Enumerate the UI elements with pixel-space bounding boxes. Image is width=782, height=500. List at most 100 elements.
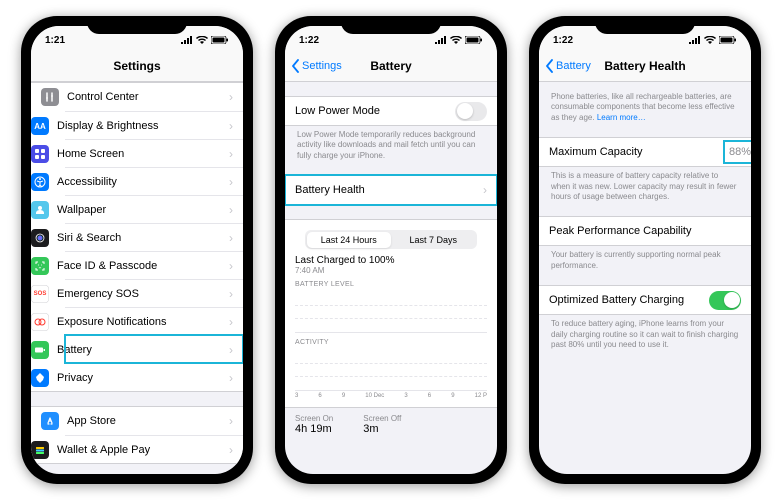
signal-icon — [435, 36, 447, 44]
chevron-right-icon: › — [229, 343, 233, 357]
battery-level-chart — [295, 291, 487, 333]
phone-battery-health: 1:22 Battery Battery Health Phone batter… — [529, 16, 761, 484]
wallpaper-icon — [31, 201, 49, 219]
screen-off-col: Screen Off 3m — [363, 414, 401, 435]
chevron-right-icon: › — [483, 183, 487, 197]
nav-bar: Battery Battery Health — [539, 50, 751, 82]
status-time: 1:22 — [553, 35, 573, 46]
learn-more-link[interactable]: Learn more… — [597, 113, 646, 122]
battery-health-group: Battery Health › — [285, 175, 497, 205]
settings-row-emergency-sos[interactable]: SOSEmergency SOS› — [65, 279, 243, 307]
settings-row-home-screen[interactable]: Home Screen› — [65, 139, 243, 167]
back-button[interactable]: Settings — [291, 50, 342, 81]
row-label: Privacy — [57, 372, 221, 384]
tab-last-7d[interactable]: Last 7 Days — [391, 232, 476, 248]
notch — [87, 16, 187, 34]
screen: 1:22 Settings Battery Low Power Mode Low… — [285, 26, 497, 474]
screen-off-label: Screen Off — [363, 414, 401, 423]
chevron-right-icon: › — [229, 175, 233, 189]
settings-row-display-brightness[interactable]: AADisplay & Brightness› — [65, 111, 243, 139]
settings-row-wallpaper[interactable]: Wallpaper› — [65, 195, 243, 223]
opt-charging-toggle[interactable] — [709, 291, 741, 310]
wifi-icon — [196, 36, 208, 44]
usage-summary: Screen On 4h 19m Screen Off 3m — [285, 408, 497, 435]
chevron-left-icon — [545, 59, 555, 73]
page-title: Battery — [370, 59, 411, 73]
settings-row-siri-search[interactable]: Siri & Search› — [65, 223, 243, 251]
home-screen-icon — [31, 145, 49, 163]
chevron-right-icon: › — [229, 90, 233, 104]
battery-usage-block: Last 24 Hours Last 7 Days Last Charged t… — [285, 219, 497, 408]
battery-icon — [31, 341, 49, 359]
time-range-segmented[interactable]: Last 24 Hours Last 7 Days — [305, 230, 477, 249]
opt-charging-note: To reduce battery aging, iPhone learns f… — [539, 315, 751, 350]
wallet-icon — [31, 441, 49, 459]
axis-tick: 3 — [295, 393, 298, 399]
nav-bar: Settings — [31, 50, 243, 82]
chevron-right-icon: › — [229, 315, 233, 329]
axis-tick: 9 — [342, 393, 345, 399]
max-capacity-row[interactable]: Maximum Capacity 88% — [539, 138, 751, 166]
row-label: Emergency SOS — [57, 288, 221, 300]
settings-row-exposure-notifications[interactable]: Exposure Notifications› — [65, 307, 243, 335]
wifi-icon — [704, 36, 716, 44]
exposure-icon — [31, 313, 49, 331]
chevron-right-icon: › — [229, 231, 233, 245]
settings-content[interactable]: Control Center›AADisplay & Brightness›Ho… — [31, 82, 243, 474]
chevron-right-icon: › — [229, 443, 233, 457]
screen: 1:21 Settings Control Center›AADisplay &… — [31, 26, 243, 474]
row-label: Battery — [57, 344, 221, 356]
last-charged-title: Last Charged to 100% — [295, 255, 487, 266]
status-icons — [689, 36, 737, 44]
battery-level-label: BATTERY LEVEL — [295, 281, 487, 288]
row-label: Siri & Search — [57, 232, 221, 244]
axis-tick: 6 — [318, 393, 321, 399]
settings-row-wallet-apple-pay[interactable]: Wallet & Apple Pay› — [65, 435, 243, 463]
low-power-toggle[interactable] — [455, 102, 487, 121]
phone-settings: 1:21 Settings Control Center›AADisplay &… — [21, 16, 253, 484]
signal-icon — [689, 36, 701, 44]
row-label: Display & Brightness — [57, 120, 221, 132]
peak-perf-note: Your battery is currently supporting nor… — [539, 246, 751, 271]
svg-text:AA: AA — [34, 122, 46, 131]
row-label: Wallpaper — [57, 204, 221, 216]
phone-battery: 1:22 Settings Battery Low Power Mode Low… — [275, 16, 507, 484]
row-label: Exposure Notifications — [57, 316, 221, 328]
status-time: 1:22 — [299, 35, 319, 46]
battery-icon-status — [719, 36, 737, 44]
settings-row-privacy[interactable]: Privacy› — [65, 363, 243, 391]
wifi-icon — [450, 36, 462, 44]
privacy-icon — [31, 369, 49, 387]
settings-row-control-center[interactable]: Control Center › — [31, 83, 243, 111]
opt-charging-label: Optimized Battery Charging — [549, 294, 701, 306]
settings-row-accessibility[interactable]: Accessibility› — [65, 167, 243, 195]
settings-row-battery[interactable]: Battery› — [65, 335, 243, 363]
battery-health-row[interactable]: Battery Health › — [285, 176, 497, 204]
max-capacity-label: Maximum Capacity — [549, 146, 717, 158]
activity-label: ACTIVITY — [295, 339, 487, 346]
axis-tick: 6 — [428, 393, 431, 399]
back-button[interactable]: Battery — [545, 50, 591, 81]
battery-icon-status — [465, 36, 483, 44]
settings-row-face-id-passcode[interactable]: Face ID & Passcode› — [65, 251, 243, 279]
battery-icon-status — [211, 36, 229, 44]
tab-last-24h[interactable]: Last 24 Hours — [307, 232, 392, 248]
settings-row-app-store[interactable]: App Store› — [31, 407, 243, 435]
low-power-note: Low Power Mode temporarily reduces backg… — [285, 126, 497, 161]
row-label: Control Center — [67, 91, 221, 103]
screen-on-label: Screen On — [295, 414, 333, 423]
peak-perf-group: Peak Performance Capability — [539, 216, 751, 246]
page-title: Battery Health — [604, 59, 685, 73]
status-icons — [181, 36, 229, 44]
axis-tick: 9 — [451, 393, 454, 399]
peak-perf-row[interactable]: Peak Performance Capability — [539, 217, 751, 245]
notch — [341, 16, 441, 34]
last-charged-time: 7:40 AM — [295, 266, 487, 275]
chevron-left-icon — [291, 59, 301, 73]
low-power-mode-row[interactable]: Low Power Mode — [285, 97, 497, 125]
opt-charging-row[interactable]: Optimized Battery Charging — [539, 286, 751, 314]
row-label: Wallet & Apple Pay — [57, 444, 221, 456]
health-content[interactable]: Phone batteries, like all rechargeable b… — [539, 82, 751, 474]
chevron-right-icon: › — [229, 259, 233, 273]
battery-content[interactable]: Low Power Mode Low Power Mode temporaril… — [285, 82, 497, 474]
